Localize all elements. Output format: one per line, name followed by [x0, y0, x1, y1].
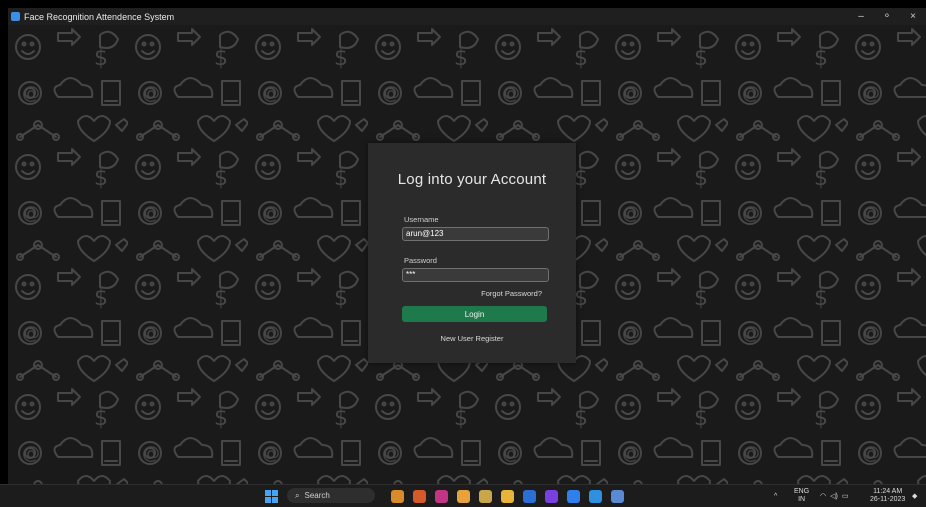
notepad-icon[interactable]: [566, 489, 580, 503]
folder-icon-glyph: [500, 489, 514, 503]
show-hidden-icons-button[interactable]: ^: [774, 485, 777, 507]
clock-time: 11:24 AM: [873, 488, 903, 495]
discord-icon[interactable]: [544, 489, 558, 503]
chrome-icon[interactable]: [456, 489, 470, 503]
windows-logo-icon: [264, 489, 278, 503]
start-button[interactable]: [264, 489, 278, 503]
instagram-icon[interactable]: [434, 489, 448, 503]
taskbar-search[interactable]: ⌕ Search: [287, 488, 375, 503]
search-icon: ⌕: [295, 490, 300, 500]
window-controls: – ⚬ ×: [848, 8, 926, 25]
login-heading: Log into your Account: [397, 171, 547, 188]
password-label: Password: [404, 256, 437, 265]
word-icon-glyph: [522, 489, 536, 503]
instagram-icon-glyph: [434, 489, 448, 503]
maximize-button[interactable]: ⚬: [874, 8, 900, 25]
word-icon[interactable]: [522, 489, 536, 503]
vscode-icon[interactable]: [588, 489, 602, 503]
chrome-icon-glyph: [456, 489, 470, 503]
app-window: Face Recognition Attendence System – ⚬ ×…: [8, 8, 926, 484]
language-bottom: IN: [798, 496, 806, 503]
password-field[interactable]: ***: [402, 268, 549, 282]
clock-date: 26-11-2023: [870, 496, 906, 503]
system-tray-icons[interactable]: ◠ ◁) ▭: [820, 485, 848, 507]
python-app-icon[interactable]: [610, 489, 624, 503]
title-bar: Face Recognition Attendence System – ⚬ ×: [8, 8, 926, 25]
search-placeholder: Search: [304, 491, 330, 500]
widgets-icon-glyph: [390, 489, 404, 503]
widgets-icon[interactable]: [390, 489, 404, 503]
folder-icon[interactable]: [500, 489, 514, 503]
terminal-icon-glyph: [478, 489, 492, 503]
username-field[interactable]: arun@123: [402, 227, 549, 241]
battery-icon: ▭: [841, 493, 849, 500]
notifications-icon[interactable]: ◆: [912, 485, 917, 507]
window-title: Face Recognition Attendence System: [24, 11, 175, 22]
language-top: ENG: [794, 488, 810, 495]
discord-icon-glyph: [544, 489, 558, 503]
taskbar: ⌕ Search ^ ENG IN ◠ ◁) ▭ 11:24 AM 26-11-…: [0, 484, 926, 507]
wifi-icon: ◠: [820, 493, 827, 500]
language-indicator[interactable]: ENG IN: [794, 485, 809, 507]
forgot-password-link[interactable]: Forgot Password?: [481, 289, 542, 298]
new-user-register-link[interactable]: New User Register: [368, 334, 576, 343]
clock[interactable]: 11:24 AM 26-11-2023: [870, 485, 905, 507]
teams-icon[interactable]: [412, 489, 426, 503]
minimize-button[interactable]: –: [848, 8, 874, 25]
volume-icon: ◁): [830, 493, 838, 500]
app-icon: [11, 12, 20, 21]
notepad-icon-glyph: [566, 489, 580, 503]
login-button[interactable]: Login: [402, 306, 547, 322]
close-button[interactable]: ×: [900, 8, 926, 25]
vscode-icon-glyph: [588, 489, 602, 503]
username-label: Username: [404, 215, 439, 224]
teams-icon-glyph: [412, 489, 426, 503]
python-app-icon-glyph: [610, 489, 624, 503]
terminal-icon[interactable]: [478, 489, 492, 503]
login-panel: Log into your Account Username arun@123 …: [368, 143, 576, 363]
